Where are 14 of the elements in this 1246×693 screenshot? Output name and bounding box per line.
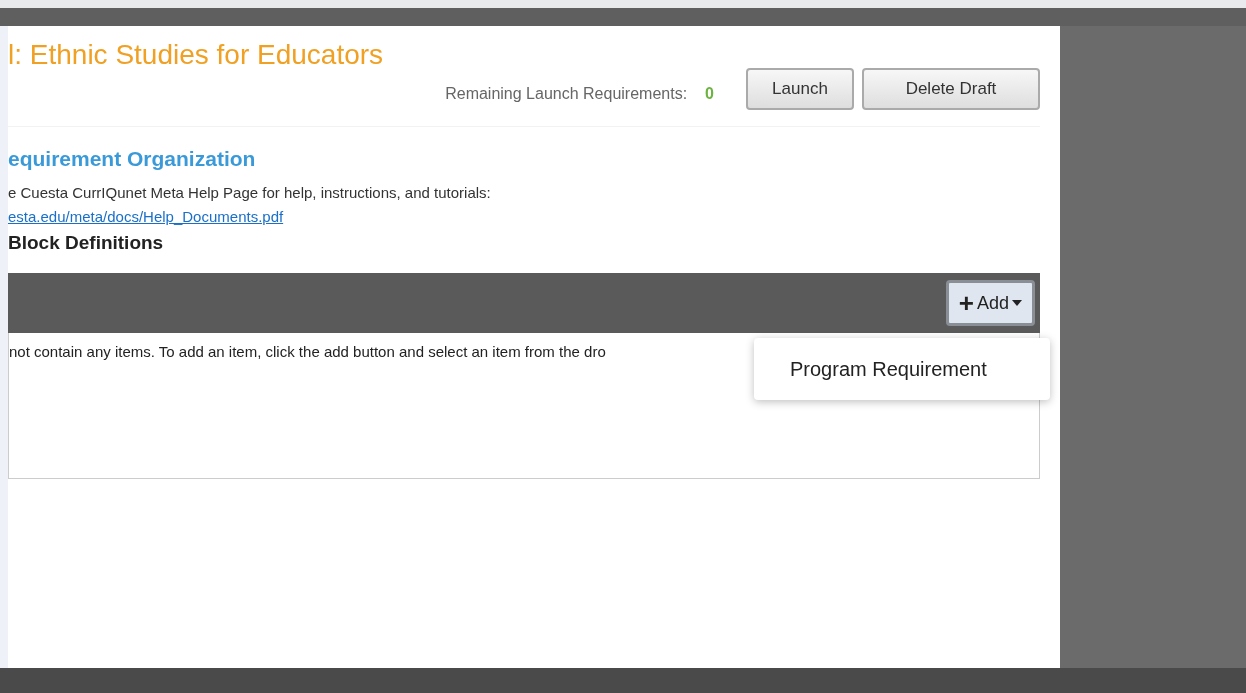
plus-icon: + <box>958 290 974 317</box>
empty-message: not contain any items. To add an item, click the add button and select an item from the dro <box>9 343 606 361</box>
delete-draft-button[interactable]: Delete Draft <box>862 67 1040 110</box>
remaining-requirements-label: Remaining Launch Requirements: <box>445 83 688 104</box>
block-definitions-heading: Block Definitions <box>8 230 165 255</box>
launch-button[interactable]: Launch <box>746 67 854 110</box>
add-button[interactable]: +Add <box>945 280 1035 327</box>
dropdown-item[interactable]: Program Requirement <box>754 348 1023 390</box>
caret-icon <box>1012 300 1022 307</box>
help-text: e Cuesta CurrIQunet Meta Help Page for help, instructions, and tutorials: <box>8 183 492 204</box>
remaining-requirements-count: 0 <box>705 83 714 104</box>
section-heading: equirement Organization <box>8 145 257 172</box>
help-link[interactable]: esta.edu/meta/docs/Help_Documents.pdf <box>8 207 284 225</box>
page-title: l: Ethnic Studies for Educators <box>8 38 385 72</box>
